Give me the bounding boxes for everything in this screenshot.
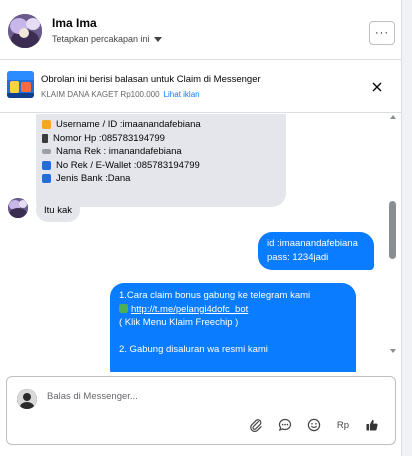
sender-avatar[interactable] bbox=[8, 198, 28, 218]
currency-button[interactable]: Rp bbox=[335, 417, 351, 433]
scrollbar-thumb[interactable] bbox=[389, 201, 396, 259]
contact-name[interactable]: Ima Ima bbox=[52, 16, 97, 30]
bank-emoji-icon bbox=[42, 174, 51, 184]
avatar[interactable] bbox=[8, 14, 42, 48]
chat-bubble-icon[interactable] bbox=[277, 417, 293, 433]
reply-composer: Rp bbox=[6, 376, 396, 445]
more-options-button[interactable]: ··· bbox=[369, 21, 395, 45]
messenger-panel: Ima Ima Tetapkan percakapan ini ··· Obro… bbox=[0, 0, 402, 456]
phone-emoji-icon bbox=[42, 133, 48, 143]
incoming-message: Itu kak bbox=[36, 198, 80, 222]
message-list[interactable]: Username / ID :imaanandafebiana Nomor Hp… bbox=[0, 114, 402, 372]
card-emoji-icon bbox=[42, 149, 51, 155]
ad-thumbnail bbox=[7, 71, 34, 98]
check-mark-icon bbox=[119, 303, 128, 313]
view-ad-link[interactable]: Lihat iklan bbox=[164, 90, 200, 99]
list-item: Nomor Hp :085783194799 bbox=[42, 132, 286, 146]
chevron-down-icon bbox=[153, 36, 162, 42]
banner-subtitle-text: KLAIM DANA KAGET Rp100.000 bbox=[41, 90, 160, 99]
list-item: Username / ID :imaanandafebiana bbox=[42, 118, 286, 132]
bank-emoji-icon bbox=[42, 160, 51, 170]
incoming-message-form: Username / ID :imaanandafebiana Nomor Hp… bbox=[36, 114, 286, 207]
paperclip-icon[interactable] bbox=[248, 417, 264, 433]
reply-input[interactable] bbox=[47, 391, 347, 402]
list-item: Nama Rek : imanandafebiana bbox=[42, 145, 286, 159]
conversation-header: Ima Ima Tetapkan percakapan ini ··· bbox=[0, 0, 402, 60]
badge-emoji-icon bbox=[42, 120, 51, 130]
ad-context-banner: Obrolan ini berisi balasan untuk Claim d… bbox=[0, 61, 402, 113]
banner-subtitle: KLAIM DANA KAGET Rp100.000 Lihat iklan bbox=[41, 90, 200, 99]
scroll-up-arrow-icon[interactable] bbox=[390, 115, 396, 119]
outgoing-message-credentials: id :imaanandafebiana pass: 1234jadi bbox=[258, 232, 374, 270]
telegram-link[interactable]: http://t.me/pelangi4dofc_bot bbox=[131, 304, 248, 315]
scroll-down-arrow-icon[interactable] bbox=[390, 349, 396, 353]
list-item: No Rek / E-Wallet :085783194799 bbox=[42, 159, 286, 173]
pin-label: Tetapkan percakapan ini bbox=[52, 34, 150, 44]
pin-conversation-dropdown[interactable]: Tetapkan percakapan ini bbox=[52, 34, 162, 44]
list-item: Jenis Bank :Dana bbox=[42, 172, 286, 186]
page-avatar bbox=[17, 389, 37, 409]
banner-title: Obrolan ini berisi balasan untuk Claim d… bbox=[41, 74, 261, 85]
close-icon[interactable] bbox=[370, 80, 384, 94]
outgoing-message-instructions: 1.Cara claim bonus gabung ke telegram ka… bbox=[110, 283, 356, 372]
emoji-icon[interactable] bbox=[306, 417, 322, 433]
thumbs-up-icon[interactable] bbox=[364, 417, 380, 433]
